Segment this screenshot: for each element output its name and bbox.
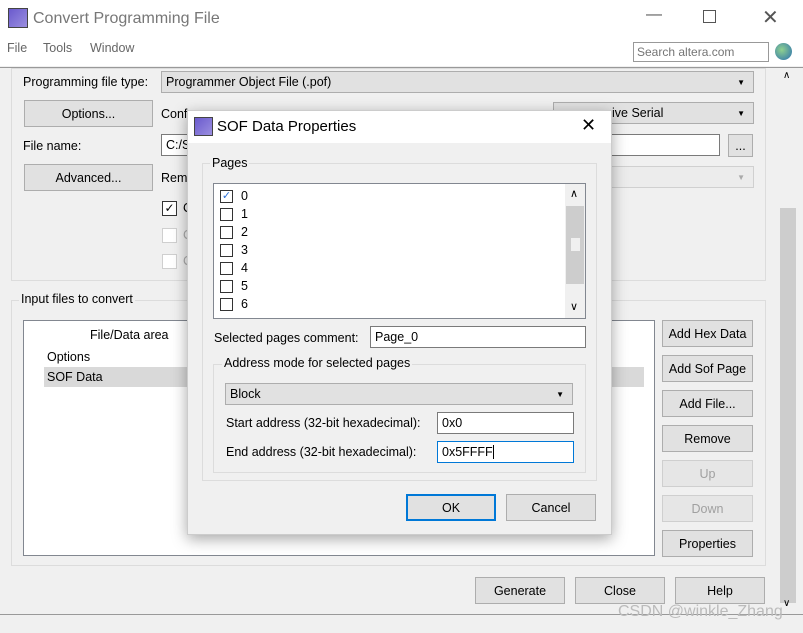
dialog-title-bar: SOF Data Properties ✕ — [188, 111, 611, 143]
scroll-up-icon[interactable]: ∧ — [783, 70, 790, 81]
page-checkbox[interactable] — [220, 243, 233, 257]
chevron-down-icon: ▼ — [737, 172, 745, 182]
page-label: 3 — [241, 243, 248, 257]
menu-window[interactable]: Window — [90, 41, 134, 55]
address-group-label: Address mode for selected pages — [222, 356, 413, 370]
option-checkbox[interactable]: ✓ — [162, 201, 177, 216]
page-item[interactable]: 4 — [220, 259, 248, 277]
page-checkbox[interactable] — [220, 279, 233, 293]
browse-button[interactable]: ... — [728, 134, 753, 157]
end-address-label: End address (32-bit hexadecimal): — [226, 445, 417, 459]
app-icon — [194, 117, 213, 136]
add-file-button[interactable]: Add File... — [662, 390, 753, 417]
minimize-button[interactable]: — — [646, 6, 662, 24]
programming-file-type-label: Programming file type: — [23, 75, 149, 89]
start-address-label: Start address (32-bit hexadecimal): — [226, 416, 421, 430]
add-sof-page-button[interactable]: Add Sof Page — [662, 355, 753, 382]
remove-button[interactable]: Remove — [662, 425, 753, 452]
pages-label: Pages — [210, 156, 250, 170]
page-label: 4 — [241, 261, 248, 275]
close-window-button[interactable]: ✕ — [762, 5, 779, 30]
chevron-down-icon: ▼ — [556, 389, 564, 399]
page-item[interactable]: 3 — [220, 241, 248, 259]
window-title: Convert Programming File — [33, 10, 220, 27]
comment-label: Selected pages comment: — [214, 331, 359, 345]
dialog-title: SOF Data Properties — [217, 118, 357, 135]
page-item[interactable]: 5 — [220, 277, 248, 295]
column-header: File/Data area — [90, 328, 169, 342]
page-checkbox[interactable] — [220, 297, 233, 311]
cancel-button[interactable]: Cancel — [506, 494, 596, 521]
chevron-down-icon: ▼ — [737, 108, 745, 118]
page-item[interactable]: 1 — [220, 205, 248, 223]
end-address-input[interactable]: 0x5FFFF — [437, 441, 574, 463]
comment-input[interactable]: Page_0 — [370, 326, 586, 348]
options-button[interactable]: Options... — [24, 100, 153, 127]
generate-button[interactable]: Generate — [475, 577, 565, 604]
properties-button[interactable]: Properties — [662, 530, 753, 557]
option-checkbox-disabled[interactable] — [162, 254, 177, 269]
page-label: 0 — [241, 189, 248, 203]
pages-list[interactable]: ✓ 0 1 2 3 4 5 6 ∧ ∨ — [213, 183, 586, 319]
programming-file-type-select[interactable]: Programmer Object File (.pof) ▼ — [161, 71, 754, 93]
add-hex-data-button[interactable]: Add Hex Data — [662, 320, 753, 347]
maximize-button[interactable] — [703, 10, 716, 23]
title-bar: Convert Programming File — ✕ — [0, 0, 803, 38]
menu-bar: File Tools Window — [0, 38, 803, 66]
watermark: CSDN @winkle_Zhang — [618, 603, 783, 620]
input-files-label: Input files to convert — [19, 292, 135, 306]
list-item[interactable]: Options — [47, 350, 90, 364]
page-label: 1 — [241, 207, 248, 221]
start-address-input[interactable]: 0x0 — [437, 412, 574, 434]
app-icon — [8, 8, 28, 28]
scroll-down-icon[interactable]: ∨ — [783, 598, 790, 609]
page-item[interactable]: 2 — [220, 223, 248, 241]
option-checkbox-disabled[interactable] — [162, 228, 177, 243]
pages-scrollbar[interactable]: ∧ ∨ — [565, 184, 585, 318]
page-item[interactable]: 6 — [220, 295, 248, 313]
dialog-close-button[interactable]: ✕ — [581, 115, 596, 136]
globe-icon[interactable] — [775, 43, 792, 60]
scroll-thumb[interactable] — [780, 208, 796, 603]
down-button[interactable]: Down — [662, 495, 753, 522]
page-checkbox[interactable] — [220, 207, 233, 221]
page-checkbox[interactable]: ✓ — [220, 189, 233, 203]
chevron-down-icon: ▼ — [737, 77, 745, 87]
scroll-up-icon[interactable]: ∧ — [570, 187, 578, 200]
remote-label: Rem — [161, 171, 188, 185]
page-label: 5 — [241, 279, 248, 293]
search-input[interactable] — [633, 42, 769, 62]
close-button[interactable]: Close — [575, 577, 665, 604]
main-scrollbar[interactable]: ∧ ∨ — [778, 68, 798, 613]
file-name-label: File name: — [23, 139, 82, 153]
address-mode-select[interactable]: Block ▼ — [225, 383, 573, 405]
scroll-track[interactable] — [566, 206, 584, 284]
help-button[interactable]: Help — [675, 577, 765, 604]
page-label: 2 — [241, 225, 248, 239]
menu-file[interactable]: File — [7, 41, 27, 55]
menu-tools[interactable]: Tools — [43, 41, 72, 55]
scroll-down-icon[interactable]: ∨ — [570, 300, 578, 313]
conf-label: Conf — [161, 107, 188, 121]
page-checkbox[interactable] — [220, 261, 233, 275]
ok-button[interactable]: OK — [406, 494, 496, 521]
page-checkbox[interactable] — [220, 225, 233, 239]
sof-data-properties-dialog: SOF Data Properties ✕ Pages ✓ 0 1 2 3 4 5 6 ∧ ∨… — [187, 110, 612, 535]
page-item[interactable]: ✓ 0 — [220, 187, 248, 205]
advanced-button[interactable]: Advanced... — [24, 164, 153, 191]
up-button[interactable]: Up — [662, 460, 753, 487]
page-label: 6 — [241, 297, 248, 311]
